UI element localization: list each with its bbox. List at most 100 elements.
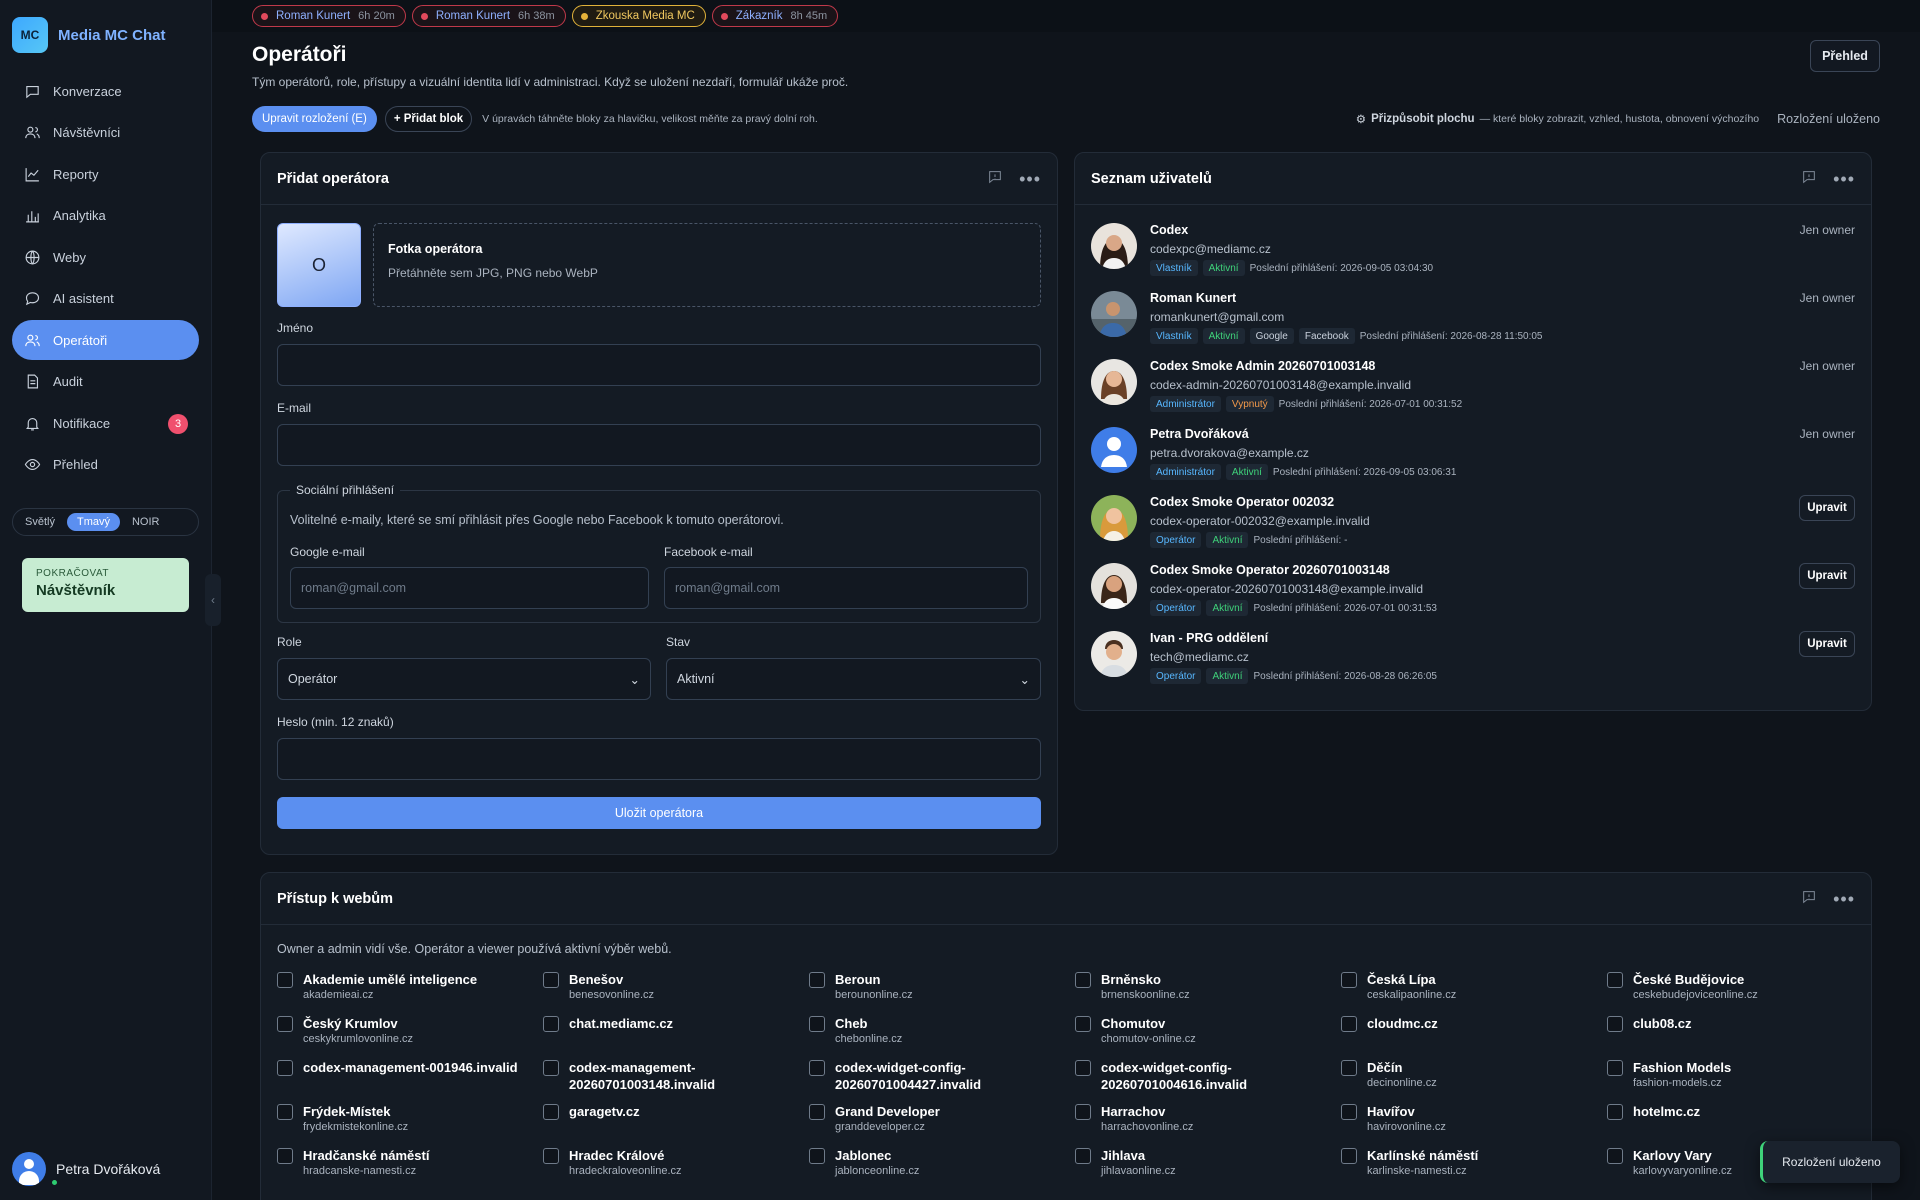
- site-checkbox-item[interactable]: hotelmc.cz: [1607, 1103, 1873, 1141]
- site-checkbox-item[interactable]: club08.cz: [1607, 1015, 1873, 1053]
- site-checkbox[interactable]: [1075, 1060, 1091, 1076]
- add-block-button[interactable]: + Přidat blok: [384, 106, 473, 132]
- sidebar-collapse-button[interactable]: ‹: [205, 574, 221, 626]
- sidebar-item-ai-asistent[interactable]: AI asistent: [12, 279, 199, 319]
- site-checkbox-item[interactable]: Akademie umělé inteligence akademieai.cz: [277, 971, 543, 1009]
- site-checkbox[interactable]: [1075, 1148, 1091, 1164]
- site-checkbox[interactable]: [1607, 1104, 1623, 1120]
- chat-chip[interactable]: Zákazník 8h 45m: [711, 5, 839, 27]
- site-checkbox-item[interactable]: codex-widget-config-20260701004616.inval…: [1075, 1059, 1341, 1097]
- site-checkbox[interactable]: [1607, 1060, 1623, 1076]
- site-checkbox-item[interactable]: Děčín decinonline.cz: [1341, 1059, 1607, 1097]
- save-operator-button[interactable]: Uložit operátora: [277, 797, 1041, 829]
- site-checkbox[interactable]: [543, 972, 559, 988]
- site-checkbox[interactable]: [1075, 972, 1091, 988]
- edit-user-button[interactable]: Upravit: [1799, 563, 1855, 589]
- more-options-icon[interactable]: •••: [1019, 170, 1041, 188]
- theme-noir-option[interactable]: NOIR: [122, 513, 170, 531]
- sidebar-item-audit[interactable]: Audit: [12, 362, 199, 402]
- site-checkbox[interactable]: [1341, 1104, 1357, 1120]
- overview-button[interactable]: Přehled: [1810, 40, 1880, 72]
- help-chat-icon[interactable]: [987, 169, 1003, 188]
- resume-card[interactable]: POKRAČOVAT Návštěvník: [22, 558, 189, 612]
- site-checkbox[interactable]: [1341, 1016, 1357, 1032]
- brand[interactable]: MC Media MC Chat: [0, 0, 211, 67]
- card-header[interactable]: Přidat operátora •••: [261, 153, 1057, 205]
- chat-chip[interactable]: Roman Kunert 6h 20m: [252, 5, 406, 27]
- site-checkbox-item[interactable]: Frýdek-Místek frydekmistekonline.cz: [277, 1103, 543, 1141]
- site-checkbox[interactable]: [809, 1104, 825, 1120]
- more-options-icon[interactable]: •••: [1833, 890, 1855, 908]
- chat-chip[interactable]: Zkouska Media MC: [571, 5, 706, 27]
- site-checkbox-item[interactable]: Beroun berounonline.cz: [809, 971, 1075, 1009]
- name-input[interactable]: [277, 344, 1041, 386]
- photo-dropzone[interactable]: Fotka operátora Přetáhněte sem JPG, PNG …: [373, 223, 1041, 307]
- role-select[interactable]: Operátor ⌄: [277, 658, 651, 700]
- sidebar-item-navstevnici[interactable]: Návštěvníci: [12, 113, 199, 153]
- customize-workspace-button[interactable]: ⚙ Přizpůsobit plochu — které bloky zobra…: [1356, 112, 1759, 126]
- site-checkbox-item[interactable]: chat.mediamc.cz: [543, 1015, 809, 1053]
- card-header[interactable]: Seznam uživatelů •••: [1075, 153, 1871, 205]
- site-checkbox[interactable]: [1075, 1104, 1091, 1120]
- site-checkbox-item[interactable]: codex-widget-config-20260701004427.inval…: [809, 1059, 1075, 1097]
- site-checkbox[interactable]: [277, 972, 293, 988]
- site-checkbox[interactable]: [1341, 1060, 1357, 1076]
- site-checkbox[interactable]: [1341, 1148, 1357, 1164]
- site-checkbox-item[interactable]: Cheb chebonline.cz: [809, 1015, 1075, 1053]
- site-checkbox[interactable]: [543, 1016, 559, 1032]
- theme-light-option[interactable]: Světlý: [15, 513, 65, 531]
- sidebar-item-konverzace[interactable]: Konverzace: [12, 71, 199, 111]
- site-checkbox-item[interactable]: Jihlava jihlavaonline.cz: [1075, 1147, 1341, 1185]
- card-header[interactable]: Přístup k webům •••: [261, 873, 1871, 925]
- site-checkbox-item[interactable]: Česká Lípa ceskalipaonline.cz: [1341, 971, 1607, 1009]
- site-checkbox-item[interactable]: Fashion Models fashion-models.cz: [1607, 1059, 1873, 1097]
- sidebar-item-prehled[interactable]: Přehled: [12, 445, 199, 485]
- site-checkbox[interactable]: [1075, 1016, 1091, 1032]
- site-checkbox-item[interactable]: České Budějovice ceskebudejoviceonline.cz: [1607, 971, 1873, 1009]
- site-checkbox[interactable]: [1607, 972, 1623, 988]
- site-checkbox-item[interactable]: garagetv.cz: [543, 1103, 809, 1141]
- help-chat-icon[interactable]: [1801, 889, 1817, 908]
- site-checkbox[interactable]: [809, 972, 825, 988]
- password-input[interactable]: [277, 738, 1041, 780]
- site-checkbox[interactable]: [277, 1148, 293, 1164]
- site-checkbox[interactable]: [809, 1148, 825, 1164]
- site-checkbox-item[interactable]: Chomutov chomutov-online.cz: [1075, 1015, 1341, 1053]
- email-input[interactable]: [277, 424, 1041, 466]
- site-checkbox-item[interactable]: Havířov havirovonline.cz: [1341, 1103, 1607, 1141]
- edit-layout-button[interactable]: Upravit rozložení (E): [252, 106, 377, 132]
- sidebar-item-reporty[interactable]: Reporty: [12, 154, 199, 194]
- site-checkbox[interactable]: [809, 1060, 825, 1076]
- site-checkbox[interactable]: [1607, 1148, 1623, 1164]
- site-checkbox[interactable]: [543, 1148, 559, 1164]
- site-checkbox[interactable]: [277, 1104, 293, 1120]
- site-checkbox-item[interactable]: Harrachov harrachovonline.cz: [1075, 1103, 1341, 1141]
- status-select[interactable]: Aktivní ⌄: [666, 658, 1041, 700]
- site-checkbox-item[interactable]: Jablonec jablonceonline.cz: [809, 1147, 1075, 1185]
- site-checkbox[interactable]: [1607, 1016, 1623, 1032]
- current-user[interactable]: Petra Dvořáková: [12, 1152, 160, 1187]
- google-email-input[interactable]: roman@gmail.com: [290, 567, 649, 609]
- theme-dark-option[interactable]: Tmavý: [66, 513, 120, 531]
- sidebar-item-notifikace[interactable]: Notifikace 3: [12, 403, 199, 443]
- edit-user-button[interactable]: Upravit: [1799, 631, 1855, 657]
- help-chat-icon[interactable]: [1801, 169, 1817, 188]
- site-checkbox[interactable]: [277, 1060, 293, 1076]
- site-checkbox-item[interactable]: Karlínské náměstí karlinske-namesti.cz: [1341, 1147, 1607, 1185]
- sidebar-item-weby[interactable]: Weby: [12, 237, 199, 277]
- site-checkbox-item[interactable]: Brněnsko brnenskoonline.cz: [1075, 971, 1341, 1009]
- site-checkbox[interactable]: [543, 1060, 559, 1076]
- site-checkbox[interactable]: [543, 1104, 559, 1120]
- site-checkbox-item[interactable]: Grand Developer granddeveloper.cz: [809, 1103, 1075, 1141]
- site-checkbox[interactable]: [809, 1016, 825, 1032]
- site-checkbox-item[interactable]: Benešov benesovonline.cz: [543, 971, 809, 1009]
- more-options-icon[interactable]: •••: [1833, 170, 1855, 188]
- site-checkbox-item[interactable]: Český Krumlov ceskykrumlovonline.cz: [277, 1015, 543, 1053]
- chat-chip[interactable]: Roman Kunert 6h 38m: [411, 5, 566, 27]
- site-checkbox-item[interactable]: codex-management-001946.invalid: [277, 1059, 543, 1097]
- sidebar-item-analytika[interactable]: Analytika: [12, 196, 199, 236]
- site-checkbox[interactable]: [277, 1016, 293, 1032]
- site-checkbox-item[interactable]: Hradčanské náměstí hradcanske-namesti.cz: [277, 1147, 543, 1185]
- site-checkbox-item[interactable]: cloudmc.cz: [1341, 1015, 1607, 1053]
- sidebar-item-operatori[interactable]: Operátoři: [12, 320, 199, 360]
